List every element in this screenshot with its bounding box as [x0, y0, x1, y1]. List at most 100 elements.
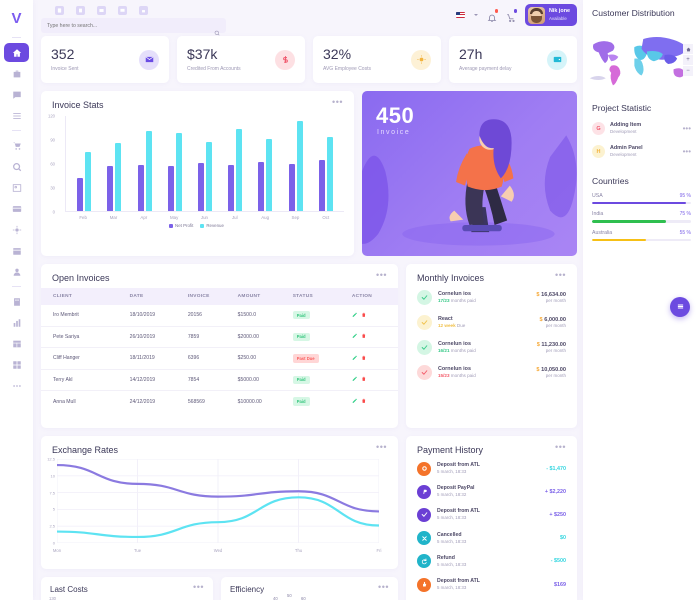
project-statistic-row[interactable]: G Adding Item Development •••	[592, 117, 691, 140]
countries-section: Countries USA 95 % India 75 % Australia 55 %	[592, 176, 691, 242]
menu-fab-button[interactable]	[670, 297, 690, 317]
mail-icon[interactable]	[97, 6, 106, 15]
home-icon[interactable]	[683, 44, 693, 54]
card-menu-button[interactable]: •••	[555, 442, 566, 452]
payment-history-row[interactable]: Deposit from ATL 5 march, 18:33 + $250	[406, 503, 577, 526]
open-invoices-table: CLIENT DATE INVOICE AMOUNT STATUS ACTION Iro …	[41, 288, 398, 412]
table-row[interactable]: Terry Akl 14/12/2019 7854 $5000.00 Paid	[41, 369, 398, 392]
edit-icon[interactable]	[352, 355, 358, 363]
delete-icon[interactable]	[361, 333, 367, 341]
monthly-invoice-row[interactable]: React 12 week Due $ 6,000.00 per month	[406, 310, 577, 335]
country-percent: 75 %	[679, 211, 691, 218]
search-box[interactable]	[41, 18, 226, 35]
sidebar-item-card[interactable]	[4, 199, 29, 218]
x-tick-label: Wed	[213, 548, 223, 553]
sidebar-item-home[interactable]	[4, 43, 29, 62]
card-menu-button[interactable]: •••	[332, 97, 343, 107]
status-badge: Paid	[292, 397, 310, 406]
edit-icon[interactable]	[352, 333, 358, 341]
project-statistic-row[interactable]: H Admin Panel Development •••	[592, 140, 691, 163]
illustration-graphic	[362, 119, 577, 246]
delete-icon[interactable]	[361, 355, 367, 363]
wallet-icon	[547, 49, 567, 70]
brand-logo[interactable]: V	[6, 7, 28, 29]
card-menu-button[interactable]: •••	[555, 270, 566, 280]
payment-amount: - $1,470	[546, 465, 566, 472]
payment-name: Deposit from ATL	[437, 508, 480, 515]
stat-card-credited[interactable]: $37k Credited From Accounts	[177, 36, 305, 83]
gauge-tick-60: 60	[301, 596, 306, 600]
card-menu-button[interactable]: •••	[376, 442, 387, 452]
monthly-invoice-row[interactable]: Cornelun ios 17/23 months paid $ 16,634.00…	[406, 285, 577, 310]
edit-icon[interactable]	[352, 312, 358, 320]
sidebar-item-image[interactable]	[4, 178, 29, 197]
table-row[interactable]: Iro Membrit 18/10/2019 20156 $1500.0 Paid	[41, 305, 398, 327]
project-menu-button[interactable]: •••	[683, 124, 691, 132]
legend-swatch	[200, 223, 205, 228]
monitor-icon[interactable]	[118, 6, 127, 15]
sidebar-item-cart[interactable]	[4, 136, 29, 155]
exchange-payment-row: Exchange Rates ••• 0 2.5 5 7.5 10 12.5 Mon Tue…	[41, 436, 577, 600]
sidebar-item-chart[interactable]	[4, 313, 29, 332]
card-header: Open Invoices •••	[41, 264, 398, 285]
lock-icon[interactable]	[139, 6, 148, 15]
monthly-invoice-row[interactable]: Cornelun ios 16/21 months paid $ 11,230.00…	[406, 335, 577, 360]
sidebar-item-calendar[interactable]	[4, 241, 29, 260]
stat-card-invoice-sent[interactable]: 352 Invoice Sent	[41, 36, 169, 83]
sidebar-item-list[interactable]	[4, 106, 29, 125]
sidebar-item-briefcase[interactable]	[4, 64, 29, 83]
book-icon[interactable]	[76, 6, 85, 15]
bell-badge	[494, 9, 499, 13]
card-menu-button[interactable]: •••	[378, 582, 389, 592]
payment-history-row[interactable]: Refund 5 march, 18:33 - $500	[406, 550, 577, 573]
profile-chip[interactable]: Nik jone Available	[525, 4, 577, 26]
legend-item[interactable]: Revenue	[200, 223, 224, 228]
card-menu-button[interactable]: •••	[193, 582, 204, 592]
stat-card-payment-delay[interactable]: 27h Average payment delay	[449, 36, 577, 83]
monthly-invoice-row[interactable]: Cornelun ios 15/23 months paid $ 10,050.00…	[406, 360, 577, 385]
cart-icon[interactable]	[506, 9, 518, 22]
stat-value: $37k	[187, 46, 218, 63]
us-flag-icon[interactable]	[456, 12, 466, 18]
world-map[interactable]: + −	[588, 22, 695, 97]
sidebar-item-gear[interactable]	[4, 220, 29, 239]
sidebar-item-building[interactable]	[4, 292, 29, 311]
sidebar-item-table[interactable]	[4, 334, 29, 353]
payment-history-row[interactable]: Deposit PayPal 5 march, 18:32 + $2,220	[406, 480, 577, 503]
status-badge: Past Due	[292, 354, 319, 363]
payment-history-row[interactable]: Cancelled 5 march, 18:33 $0	[406, 527, 577, 550]
payment-history-row[interactable]: Deposit from ATL 5 march, 18:33 - $1,470	[406, 457, 577, 480]
payment-history-row[interactable]: Deposit from ATL 5 march, 18:33 $169	[406, 573, 577, 596]
cell-date: 24/12/2019	[129, 398, 156, 405]
minus-icon[interactable]: −	[683, 66, 693, 76]
sidebar-item-grid[interactable]	[4, 355, 29, 374]
card-menu-button[interactable]: •••	[376, 270, 387, 280]
table-row[interactable]: Anna Mull 24/12/2019 568569 $10000.00 Paid	[41, 391, 398, 412]
invoice-illustration-card: 450 Invoice	[362, 91, 577, 256]
plus-icon[interactable]: +	[683, 55, 693, 65]
calculator-icon[interactable]	[55, 6, 64, 15]
chevron-down-icon[interactable]	[474, 14, 479, 16]
legend-item[interactable]: Net Profit	[169, 223, 193, 228]
edit-icon[interactable]	[352, 376, 358, 384]
bar-group	[228, 128, 243, 211]
delete-icon[interactable]	[361, 376, 367, 384]
sidebar-item-user[interactable]	[4, 262, 29, 281]
sidebar-item-chat[interactable]	[4, 85, 29, 104]
edit-icon[interactable]	[352, 398, 358, 406]
table-row[interactable]: Cliff Hanger 18/11/2019 6396 $250.00 Past Du…	[41, 347, 398, 370]
payment-date: 5 march, 18:32	[437, 492, 467, 498]
stat-card-employee-costs[interactable]: 32% AVG Employee Costs	[313, 36, 441, 83]
cell-date: 14/12/2019	[129, 369, 188, 392]
table-row[interactable]: Pete Sariya 26/10/2019 7859 $2000.00 Paid	[41, 326, 398, 349]
sidebar-item-more[interactable]	[4, 376, 29, 395]
project-menu-button[interactable]: •••	[683, 147, 691, 155]
delete-icon[interactable]	[361, 398, 367, 406]
search-input[interactable]	[47, 22, 214, 29]
delete-icon[interactable]	[361, 312, 367, 320]
search-icon[interactable]	[214, 23, 220, 35]
bar-revenue	[85, 151, 92, 211]
bell-icon[interactable]	[487, 9, 499, 22]
sidebar-item-search[interactable]	[4, 157, 29, 176]
card-icon	[12, 204, 22, 214]
